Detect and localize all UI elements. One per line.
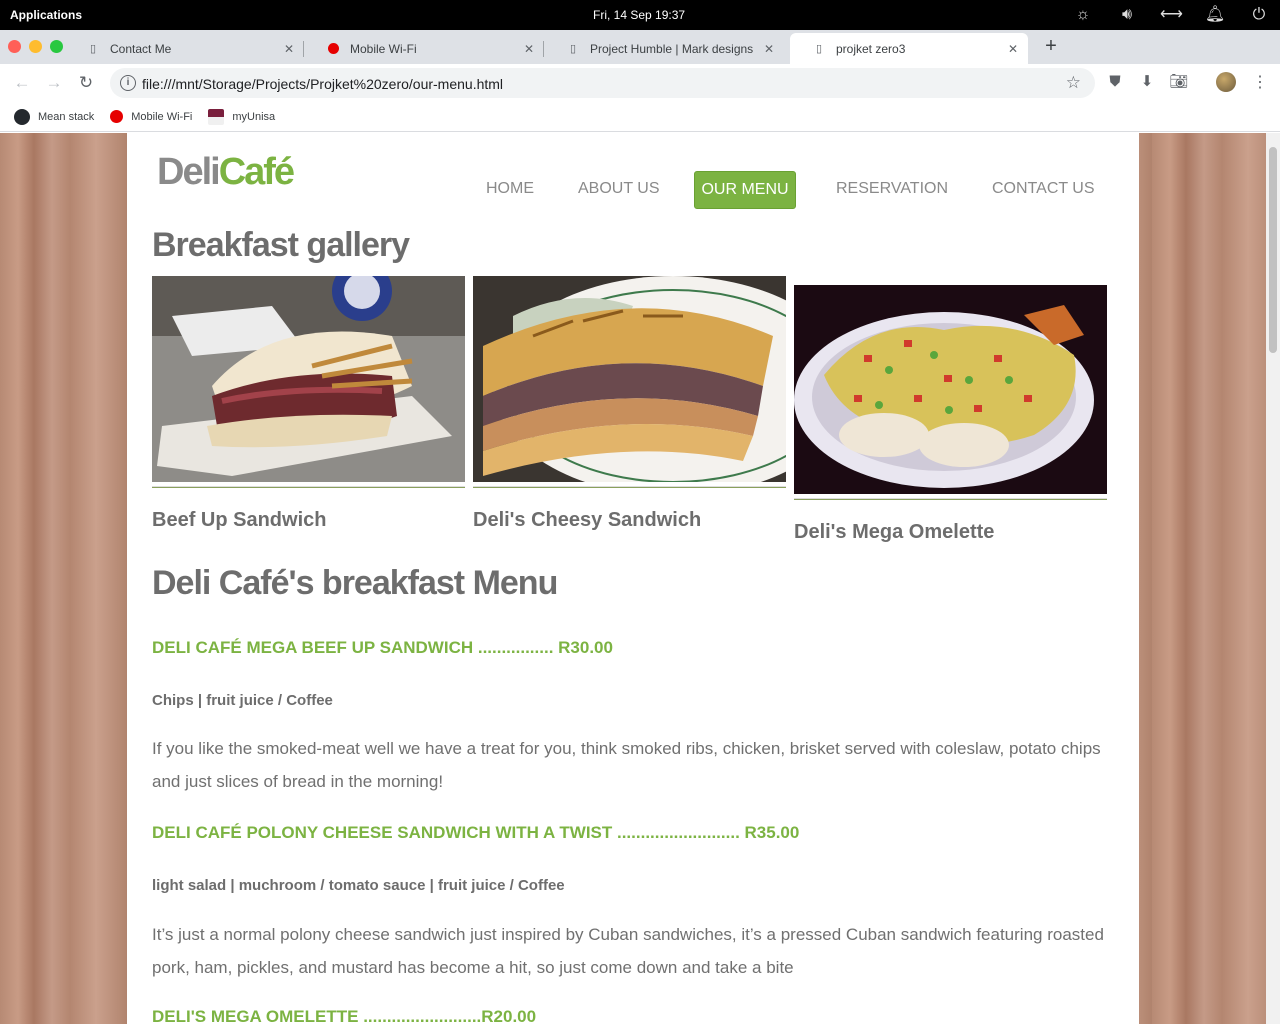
browser-toolbar: ← → ↻ i file:///mnt/Storage/Projects/Pro… — [0, 64, 1280, 102]
back-button[interactable]: ← — [11, 72, 33, 94]
close-window-button[interactable] — [8, 40, 21, 53]
menu-heading: Deli Café's breakfast Menu — [152, 564, 558, 602]
forward-button[interactable]: → — [43, 72, 65, 94]
bookmark-star-icon[interactable]: ☆ — [1066, 73, 1081, 93]
menu-item-title: DELI CAFÉ MEGA BEEF UP SANDWICH ........… — [152, 638, 613, 657]
tab-label: Mobile Wi-Fi — [350, 41, 417, 56]
camera-icon[interactable]: 📷︎ — [1169, 72, 1189, 92]
site-logo[interactable]: DeliCafé — [157, 151, 295, 194]
nav-our-menu[interactable]: OUR MENU — [694, 171, 796, 209]
nav-contact-us[interactable]: CONTACT US — [982, 171, 1105, 209]
tab-contact-me[interactable]: ▯ Contact Me ✕ — [64, 33, 304, 64]
system-top-bar: Applications Fri, 14 Sep 19:37 ☼ 🔊︎ ⟷ 🔔︎… — [0, 0, 1280, 30]
close-tab-icon[interactable]: ✕ — [280, 42, 298, 56]
divider — [152, 486, 465, 488]
vodafone-icon — [110, 110, 124, 123]
menu-item-title: DELI'S MEGA OMELETTE ...................… — [152, 1007, 537, 1024]
download-icon[interactable]: ⬇ — [1137, 72, 1157, 92]
profile-avatar[interactable] — [1216, 72, 1236, 92]
github-icon — [14, 108, 30, 125]
browser-tab-strip: ▯ Contact Me ✕ Mobile Wi-Fi ✕ ▯ Project … — [0, 30, 1280, 64]
nav-home[interactable]: HOME — [476, 171, 544, 209]
browser-menu-icon[interactable]: ⋮ — [1252, 72, 1268, 94]
page-scrollbar[interactable] — [1266, 133, 1280, 1024]
tab-project-humble[interactable]: ▯ Project Humble | Mark designs ✕ — [544, 33, 784, 64]
menu-item-title: DELI CAFÉ POLONY CHEESE SANDWICH WITH A … — [152, 823, 800, 842]
page-icon: ▯ — [569, 43, 577, 55]
tab-label: projket zero3 — [836, 41, 906, 56]
gallery-item: Deli's Cheesy Sandwich — [473, 276, 786, 532]
brightness-icon[interactable]: ☼ — [1072, 4, 1094, 26]
menu-item-extras: Chips | fruit juice / Coffee — [152, 692, 333, 709]
cheesy-sandwich-image — [473, 276, 786, 482]
system-tray: ☼ 🔊︎ ⟷ 🔔︎ ⏻ — [1072, 4, 1270, 26]
system-clock[interactable]: Fri, 14 Sep 19:37 — [593, 8, 685, 22]
menu-item-extras: light salad | muchroom / tomato sauce | … — [152, 877, 565, 894]
maximize-window-button[interactable] — [50, 40, 63, 53]
bookmark-mobile-wifi[interactable]: Mobile Wi-Fi — [110, 110, 192, 123]
vodafone-icon — [326, 42, 340, 56]
shield-icon[interactable]: ⛊ — [1105, 72, 1125, 92]
divider — [794, 498, 1107, 500]
menu-item-description: It’s just a normal polony cheese sandwic… — [152, 925, 1104, 977]
page-icon: ▯ — [89, 43, 97, 55]
page-icon: ▯ — [815, 43, 823, 55]
bookmark-label: Mean stack — [38, 110, 95, 123]
power-icon[interactable]: ⏻ — [1248, 4, 1270, 26]
window-controls — [8, 40, 63, 53]
logo-text-deli: Deli — [157, 151, 221, 193]
gallery-caption: Deli's Mega Omelette — [794, 521, 995, 543]
gallery-item: Beef Up Sandwich — [152, 276, 465, 532]
divider — [473, 486, 786, 488]
reload-button[interactable]: ↻ — [75, 72, 97, 94]
unisa-icon — [208, 108, 225, 125]
url-text[interactable]: file:///mnt/Storage/Projects/Projket%20z… — [142, 76, 503, 92]
gallery-caption: Deli's Cheesy Sandwich — [473, 509, 702, 531]
logo-text-cafe: Café — [218, 151, 295, 193]
gallery-caption: Beef Up Sandwich — [152, 509, 327, 531]
close-tab-icon[interactable]: ✕ — [760, 42, 778, 56]
omelette-image — [794, 285, 1107, 494]
applications-menu[interactable]: Applications — [10, 8, 82, 22]
new-tab-button[interactable]: + — [1040, 34, 1062, 58]
page-viewport: DeliCafé HOME ABOUT US OUR MENU RESERVAT… — [0, 133, 1266, 1024]
tab-label: Contact Me — [110, 41, 172, 56]
close-tab-icon[interactable]: ✕ — [520, 42, 538, 56]
page-content-card: DeliCafé HOME ABOUT US OUR MENU RESERVAT… — [127, 133, 1139, 1024]
bookmark-label: myUnisa — [232, 110, 276, 123]
volume-icon[interactable]: 🔊︎ — [1116, 4, 1138, 26]
bookmark-label: Mobile Wi-Fi — [131, 110, 193, 123]
tab-projket-zero3[interactable]: ▯ projket zero3 ✕ — [790, 33, 1028, 64]
notification-icon[interactable]: 🔔︎ — [1204, 4, 1226, 26]
gallery-heading: Breakfast gallery — [152, 226, 410, 264]
info-icon[interactable]: i — [120, 75, 136, 91]
menu-item-description: If you like the smoked-meat well we have… — [152, 739, 1101, 791]
gallery-item: Deli's Mega Omelette — [794, 285, 1107, 544]
close-tab-icon[interactable]: ✕ — [1004, 42, 1022, 56]
network-icon[interactable]: ⟷ — [1160, 4, 1183, 26]
bookmark-myunisa[interactable]: myUnisa — [208, 108, 276, 125]
beef-sandwich-image — [152, 276, 465, 482]
tab-label: Project Humble | Mark designs — [590, 41, 754, 56]
nav-reservation[interactable]: RESERVATION — [826, 171, 958, 209]
tab-mobile-wifi[interactable]: Mobile Wi-Fi ✕ — [304, 33, 544, 64]
address-bar[interactable]: i file:///mnt/Storage/Projects/Projket%2… — [110, 68, 1095, 98]
minimize-window-button[interactable] — [29, 40, 42, 53]
extension-icons: ⛊ ⬇ 📷︎ — [1105, 72, 1189, 92]
bookmark-mean-stack[interactable]: Mean stack — [14, 108, 95, 125]
nav-about-us[interactable]: ABOUT US — [568, 171, 670, 209]
bookmarks-bar: Mean stack Mobile Wi-Fi myUnisa — [0, 102, 1280, 132]
scrollbar-thumb[interactable] — [1269, 147, 1277, 353]
